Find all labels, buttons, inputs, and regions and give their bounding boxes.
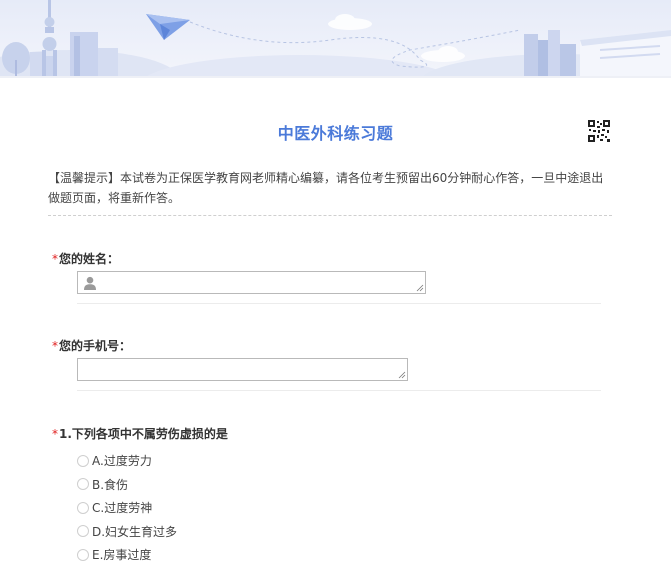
required-mark: *	[52, 252, 58, 266]
user-icon	[84, 276, 96, 290]
radio-button[interactable]	[77, 501, 89, 514]
q1-options: A.过度劳力 B.食伤 C.过度劳神 D.妇女生育过多 E.房事过度	[77, 449, 177, 564]
qr-code-icon[interactable]	[588, 120, 610, 142]
question-separator	[77, 390, 601, 391]
option-label: E.房事过度	[92, 548, 152, 563]
phone-input[interactable]	[78, 359, 407, 380]
q1-label: *1.下列各项中不属劳伤虚损的是	[52, 425, 228, 442]
option-label: C.过度劳神	[92, 501, 153, 516]
q1-option-a[interactable]: A.过度劳力	[77, 449, 177, 473]
radio-button[interactable]	[77, 454, 89, 467]
option-label: B.食伤	[92, 477, 129, 492]
option-label: D.妇女生育过多	[92, 524, 178, 539]
q1-option-d[interactable]: D.妇女生育过多	[77, 520, 177, 544]
name-input[interactable]	[78, 272, 425, 293]
question-separator	[77, 303, 601, 304]
required-mark: *	[52, 427, 58, 441]
name-label-text: 您的姓名：	[59, 252, 120, 266]
radio-button[interactable]	[77, 478, 89, 491]
q1-option-c[interactable]: C.过度劳神	[77, 496, 177, 520]
page-title: 中医外科练习题	[277, 124, 394, 143]
notice-divider	[48, 215, 612, 216]
name-field[interactable]	[77, 271, 426, 294]
notice-text: 【温馨提示】本试卷为正保医学教育网老师精心编纂，请各位考生预留出60分钟耐心作答…	[48, 171, 604, 205]
banner-divider	[0, 76, 671, 78]
radio-button[interactable]	[77, 548, 89, 561]
phone-field[interactable]	[77, 358, 408, 381]
phone-question-label: *您的手机号：	[52, 337, 131, 354]
phone-label-text: 您的手机号：	[59, 339, 132, 353]
name-question-label: *您的姓名：	[52, 250, 119, 267]
q1-option-e[interactable]: E.房事过度	[77, 543, 177, 564]
header-banner	[0, 0, 671, 78]
resize-grip-icon[interactable]	[416, 284, 424, 292]
radio-button[interactable]	[77, 525, 89, 538]
q1-label-text: 1.下列各项中不属劳伤虚损的是	[59, 427, 228, 441]
required-mark: *	[52, 339, 58, 353]
option-label: A.过度劳力	[92, 454, 152, 469]
q1-option-b[interactable]: B.食伤	[77, 473, 177, 497]
resize-grip-icon[interactable]	[398, 371, 406, 379]
city-skyline-illustration	[0, 0, 671, 78]
